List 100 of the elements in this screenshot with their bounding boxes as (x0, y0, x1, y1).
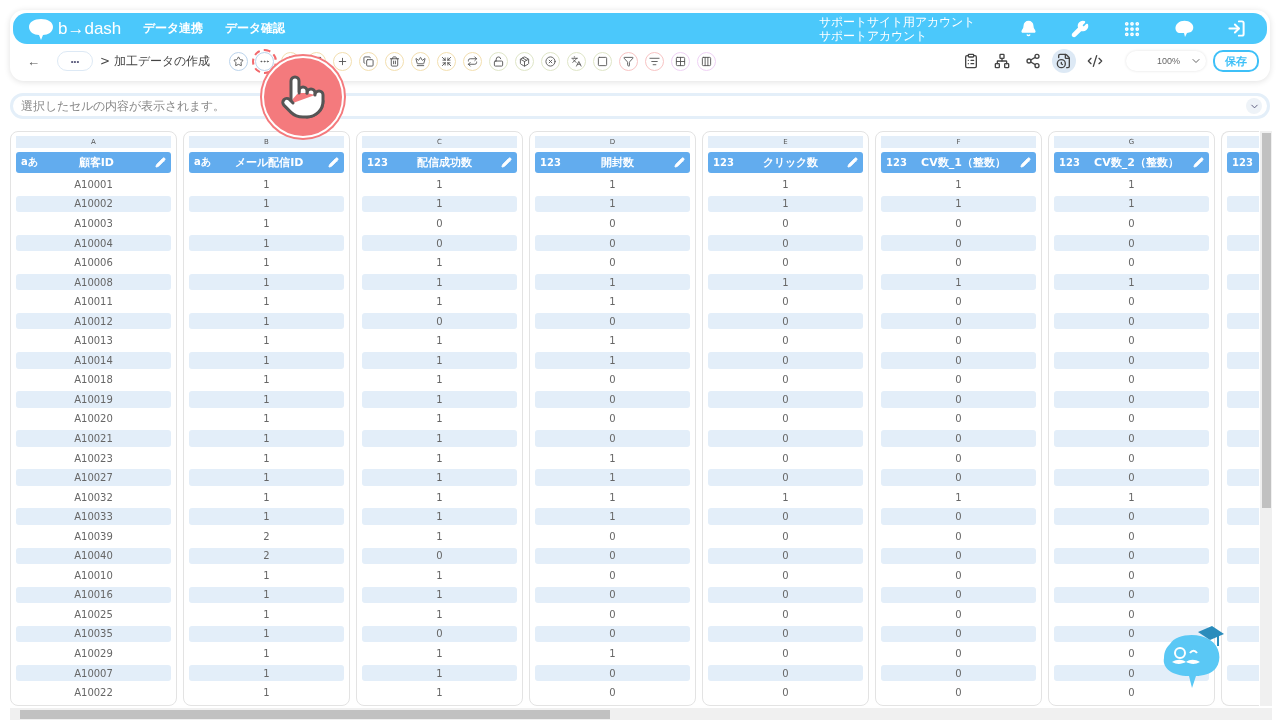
table-cell: 0 (535, 547, 690, 565)
table-cell: 0 (708, 508, 863, 525)
table-cell: 1 (362, 664, 517, 682)
table-cell: 1 (362, 469, 517, 486)
column-header[interactable]: 123 (1227, 151, 1259, 174)
table-cell-text: 0 (1127, 373, 1136, 388)
table-cell-text: 0 (781, 568, 790, 583)
table-cell-text: 0 (954, 216, 963, 231)
column-type-label: 123 (1232, 156, 1253, 168)
table-cell-text: 0 (1127, 256, 1136, 271)
table-cell: A10027 (16, 469, 171, 486)
table-cell-text: 1 (435, 451, 444, 466)
table-cell: 1 (708, 195, 863, 213)
table-cell: 0 (881, 586, 1036, 604)
formula-bar[interactable]: 選択したセルの内容が表示されます。 (10, 93, 1270, 119)
table-cell-text: 0 (608, 216, 617, 231)
table-cell: 1 (189, 312, 344, 330)
table-cell-text: 0 (954, 451, 963, 466)
save-button[interactable]: 保存 (1213, 50, 1259, 72)
table-cell-text: 2 (262, 529, 271, 544)
table-cell: A10014 (16, 352, 171, 369)
table-cell-text: 0 (1127, 295, 1136, 310)
column-header[interactable]: 123 CV数_1（整数） (881, 151, 1036, 174)
table-cell-text: 0 (781, 647, 790, 661)
table-cell-text: 1 (608, 490, 617, 505)
table-cell: 0 (708, 547, 863, 565)
breadcrumb: > 加工データの作成 (100, 52, 210, 70)
table-cell: 1 (1054, 273, 1209, 291)
table-cell-text: 0 (608, 256, 617, 271)
table-cell: 1 (189, 273, 344, 291)
table-cell-text: 0 (781, 216, 790, 231)
table-cell: 0 (535, 312, 690, 330)
table-cell: 1 (189, 664, 344, 682)
table-cell-text: 1 (435, 607, 444, 622)
table-cell-text: 1 (781, 490, 790, 505)
column-type-label: 123 (1059, 156, 1080, 168)
table-cell-text: 1 (262, 490, 271, 505)
table-cell: 0 (1054, 469, 1209, 486)
table-cell-text: 1 (1127, 177, 1136, 192)
table-cell: A10016 (16, 586, 171, 604)
table-cell-text: 0 (1127, 568, 1136, 583)
column-type-label: 123 (886, 156, 907, 168)
table-cell: 0 (881, 664, 1036, 682)
table-cell: 1 (362, 508, 517, 525)
table-cell: A10002 (16, 195, 171, 213)
table-cell: 1 (362, 195, 517, 213)
table-cell: A10012 (16, 312, 171, 330)
table-cell-text: 1 (1127, 490, 1136, 505)
table-cell: 0 (881, 430, 1036, 447)
column-type-label: 123 (540, 156, 561, 168)
table-cell: 0 (535, 586, 690, 604)
table-cell: A10021 (16, 430, 171, 447)
breadcrumb-more-button[interactable]: ••• (57, 51, 93, 71)
nav-link[interactable]: データ確認 (225, 20, 286, 37)
table-cell-text: 0 (608, 529, 617, 544)
table-cell: 0 (362, 234, 517, 252)
nav-link[interactable]: データ連携 (143, 20, 204, 37)
table-cell: 0 (362, 547, 517, 565)
table-cell-text: 1 (954, 490, 963, 505)
zoom-select[interactable]: 100% (1126, 51, 1206, 71)
column-header[interactable]: 123 配信成功数 (362, 151, 517, 174)
table-cell: 0 (1054, 352, 1209, 369)
table-cell-text: 1 (435, 568, 444, 583)
back-button[interactable]: ← (27, 53, 40, 69)
table-cell-text: 1 (608, 451, 617, 466)
table-cell: 1 (1054, 195, 1209, 213)
table-cell-text: 0 (1127, 686, 1136, 701)
column-header[interactable]: aあ 顧客ID (16, 151, 171, 174)
table-cell-text: 1 (781, 177, 790, 192)
table-cell-text: 0 (1127, 647, 1136, 661)
column-header[interactable]: 123 CV数_2（整数） (1054, 151, 1209, 174)
table-cell-text: 0 (954, 295, 963, 310)
table-cell-text: A10025 (73, 607, 114, 622)
table-cell: 0 (881, 391, 1036, 408)
table-cell-text: 0 (781, 686, 790, 701)
logo-text: b→dash (58, 18, 122, 39)
column-header[interactable]: aあ メール配信ID (189, 151, 344, 174)
table-cell-text: 1 (262, 334, 271, 349)
table-cell-text: 0 (781, 256, 790, 271)
table-cell-text: 1 (608, 295, 617, 310)
column-type-label: aあ (194, 155, 211, 170)
table-cell-text: 0 (608, 607, 617, 622)
table-cell: 0 (1054, 391, 1209, 408)
column-header[interactable]: 123 クリック数 (708, 151, 863, 174)
table-cell: A10007 (16, 664, 171, 682)
table-cell-text: A10032 (73, 490, 114, 505)
table-cell-text: 0 (781, 334, 790, 349)
table-cell-text: A10011 (73, 295, 114, 310)
table-cell: A10019 (16, 391, 171, 408)
table-cell: 0 (708, 234, 863, 252)
table-cell: 0 (1054, 234, 1209, 252)
table-cell: 0 (708, 664, 863, 682)
table-cell: 0 (535, 430, 690, 447)
column-header[interactable]: 123 開封数 (535, 151, 690, 174)
table-cell-text: 1 (435, 647, 444, 661)
table-cell-text: 1 (435, 490, 444, 505)
table-cell-text: 0 (781, 412, 790, 427)
table-cell-text: 0 (1127, 451, 1136, 466)
table-cell-text: 1 (435, 334, 444, 349)
table-cell: 1 (535, 508, 690, 525)
